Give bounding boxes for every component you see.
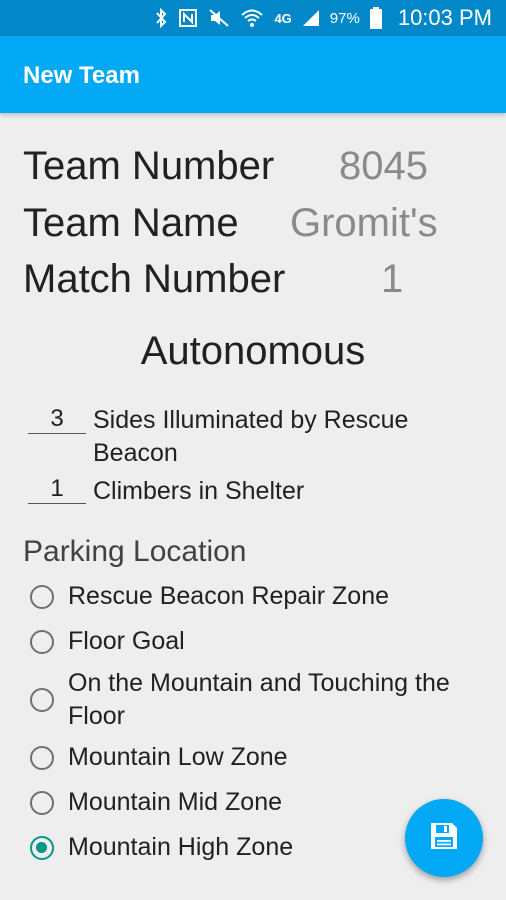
radio-on-mountain-touching-floor[interactable]: On the Mountain and Touching the Floor: [30, 667, 470, 733]
radio-label: Mountain Low Zone: [68, 743, 288, 771]
radio-button-icon[interactable]: [30, 629, 54, 654]
mute-icon: [208, 8, 230, 28]
radio-button-icon[interactable]: [30, 584, 54, 609]
clock: 10:03 PM: [397, 5, 492, 30]
beacon-sides-label: Sides Illuminated by Rescue Beacon: [93, 406, 409, 467]
radio-button-icon[interactable]: [30, 745, 54, 770]
team-number-field[interactable]: 8045: [339, 141, 428, 191]
network-type-label: 4G: [274, 10, 292, 26]
nfc-icon: [178, 8, 198, 28]
cellular-signal-icon: [302, 9, 320, 27]
team-name-field[interactable]: Gromit's: [290, 198, 438, 248]
radio-button-icon[interactable]: [30, 688, 54, 712]
climbers-label: Climbers in Shelter: [93, 477, 305, 505]
radio-mountain-high-zone[interactable]: Mountain High Zone: [30, 831, 293, 864]
radio-mountain-mid-zone[interactable]: Mountain Mid Zone: [30, 786, 282, 819]
radio-mountain-low-zone[interactable]: Mountain Low Zone: [30, 741, 288, 774]
radio-button-icon[interactable]: [30, 790, 54, 815]
radio-label: Mountain Mid Zone: [68, 788, 283, 816]
radio-label: Rescue Beacon Repair Zone: [68, 582, 390, 610]
match-number-field[interactable]: 1: [381, 254, 403, 304]
match-number-label: Match Number: [23, 257, 286, 301]
save-fab-button[interactable]: [405, 799, 483, 877]
parking-location-label: Parking Location: [23, 535, 247, 568]
app-title: New Team: [23, 62, 140, 89]
autonomous-title: Autonomous: [140, 329, 366, 373]
team-name-label: Team Name: [23, 201, 239, 245]
status-bar: 4G 97% 10:03 PM: [0, 0, 506, 36]
radio-label: Mountain High Zone: [68, 833, 294, 861]
app-bar: New Team: [0, 36, 506, 113]
radio-label: On the Mountain and Touching the Floor: [68, 669, 450, 730]
battery-icon: [369, 7, 382, 29]
climbers-input[interactable]: 1: [28, 475, 86, 504]
radio-floor-goal[interactable]: Floor Goal: [30, 625, 185, 658]
radio-rescue-beacon-repair-zone[interactable]: Rescue Beacon Repair Zone: [30, 580, 389, 613]
team-number-label: Team Number: [23, 144, 275, 188]
beacon-sides-input[interactable]: 3: [28, 405, 86, 434]
radio-button-checked-icon[interactable]: [30, 835, 54, 860]
radio-label: Floor Goal: [68, 627, 185, 655]
save-icon: [428, 820, 460, 857]
battery-percent: 97%: [329, 9, 360, 27]
wifi-icon: [240, 8, 264, 28]
bluetooth-icon: [154, 8, 168, 28]
